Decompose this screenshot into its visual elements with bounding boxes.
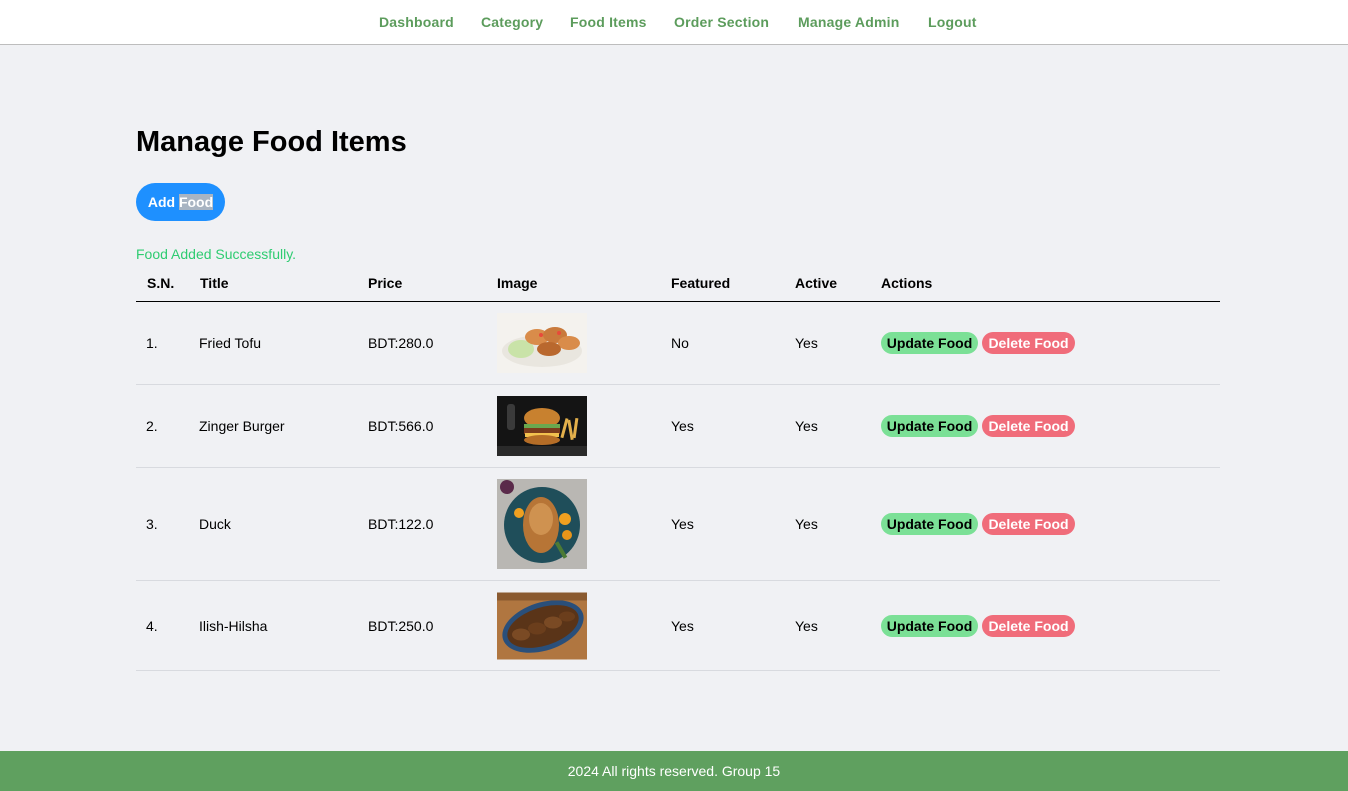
nav-link-logout[interactable]: Logout: [928, 14, 977, 30]
footer: 2024 All rights reserved. Group 15: [0, 751, 1348, 791]
row-sn: 1.: [146, 335, 158, 351]
add-food-button-label: Add: [147, 194, 176, 210]
page-title: Manage Food Items: [136, 126, 407, 158]
update-food-button[interactable]: Update Food: [881, 415, 978, 437]
row-price: BDT:280.0: [368, 335, 434, 351]
add-food-button-selected-text: Food: [178, 194, 214, 210]
column-header-sn: S.N.: [147, 275, 175, 291]
table-row: 4. Ilish-Hilsha BDT:250.0 Yes Yes Update…: [136, 581, 1220, 671]
column-header-actions: Actions: [881, 275, 933, 291]
column-header-active: Active: [795, 275, 838, 291]
nav-link-dashboard[interactable]: Dashboard: [379, 14, 454, 30]
nav-link-manage-admin[interactable]: Manage Admin: [798, 14, 899, 30]
table-row: 3. Duck BDT:122.0 Yes Yes Update Food De…: [136, 468, 1220, 581]
row-featured: Yes: [671, 418, 694, 434]
row-price: BDT:566.0: [368, 418, 434, 434]
update-food-button[interactable]: Update Food: [881, 513, 978, 535]
row-sn: 4.: [146, 617, 158, 634]
row-title: Fried Tofu: [199, 335, 261, 351]
row-sn: 3.: [146, 516, 158, 532]
add-food-button[interactable]: Add Food: [136, 183, 225, 221]
row-active: Yes: [795, 418, 818, 434]
delete-food-button[interactable]: Delete Food: [982, 513, 1075, 535]
nav-link-order-section[interactable]: Order Section: [674, 14, 769, 30]
table-row: 2. Zinger Burger BDT:566.0 Yes Yes Updat…: [136, 385, 1220, 468]
column-header-price: Price: [368, 275, 403, 291]
row-active: Yes: [795, 516, 818, 532]
footer-text: 2024 All rights reserved. Group 15: [567, 763, 781, 779]
duck-image: [497, 479, 587, 569]
ilish-hilsha-image: [497, 592, 587, 659]
delete-food-button[interactable]: Delete Food: [982, 415, 1075, 437]
row-sn: 2.: [146, 418, 158, 434]
top-navigation: Dashboard Category Food Items Order Sect…: [0, 0, 1348, 45]
nav-link-food-items[interactable]: Food Items: [570, 14, 647, 30]
table-header: S.N. Title Price Image Featured Active A…: [136, 266, 1220, 302]
column-header-image: Image: [497, 275, 538, 291]
row-featured: No: [671, 335, 689, 351]
column-header-title: Title: [200, 275, 229, 291]
success-message: Food Added Successfully.: [136, 246, 297, 262]
table-row: 1. Fried Tofu BDT:280.0 No Yes Update Fo…: [136, 302, 1220, 385]
row-title: Ilish-Hilsha: [199, 617, 268, 634]
update-food-button[interactable]: Update Food: [881, 614, 978, 637]
row-active: Yes: [795, 335, 818, 351]
delete-food-button[interactable]: Delete Food: [982, 332, 1075, 354]
row-active: Yes: [795, 617, 818, 634]
delete-food-button[interactable]: Delete Food: [982, 614, 1075, 637]
fried-tofu-image: [497, 313, 587, 373]
row-featured: Yes: [671, 617, 694, 634]
row-price: BDT:250.0: [368, 617, 434, 634]
update-food-button[interactable]: Update Food: [881, 332, 978, 354]
row-title: Zinger Burger: [199, 418, 285, 434]
row-featured: Yes: [671, 516, 694, 532]
food-items-table: S.N. Title Price Image Featured Active A…: [136, 266, 1220, 671]
column-header-featured: Featured: [671, 275, 731, 291]
row-price: BDT:122.0: [368, 516, 434, 532]
row-title: Duck: [199, 516, 231, 532]
nav-link-category[interactable]: Category: [481, 14, 543, 30]
zinger-burger-image: [497, 396, 587, 456]
